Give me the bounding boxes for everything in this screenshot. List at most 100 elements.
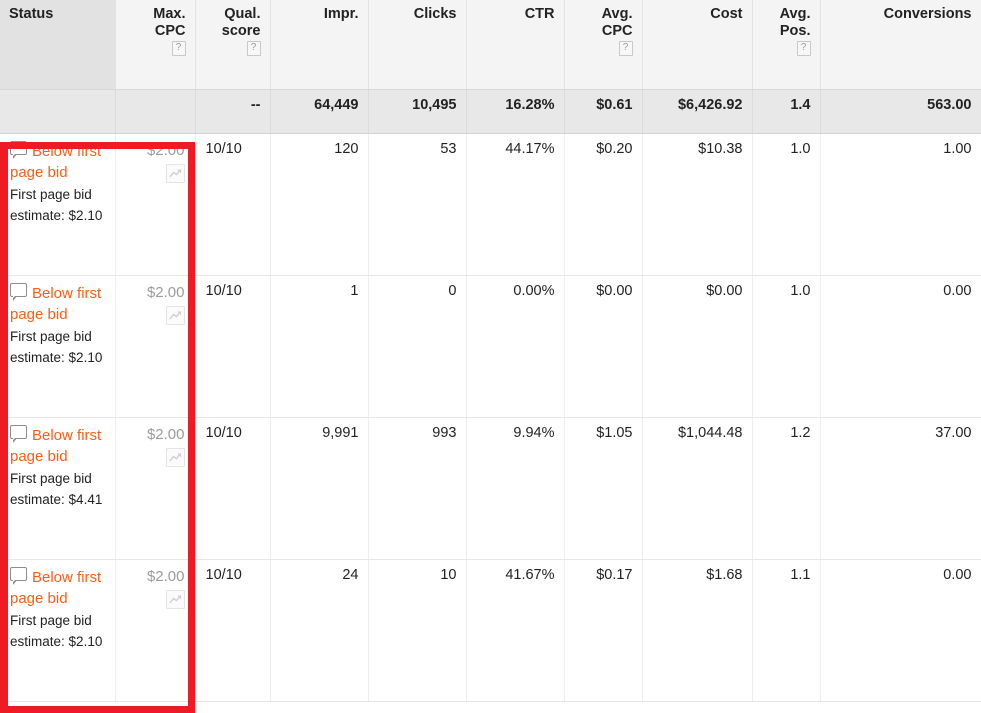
cell-qual_score: 10/10 <box>195 559 271 702</box>
column-header-label-ctr: CTR <box>476 6 555 23</box>
speech-bubble-icon <box>10 140 27 159</box>
cell-cost: $1.68 <box>642 559 753 702</box>
header-help-line: ? <box>125 40 186 57</box>
table-row[interactable]: Below first page bid First page bid estim… <box>0 417 981 560</box>
help-icon-avg_pos[interactable]: ? <box>796 41 811 56</box>
cell-impr: 120 <box>270 133 369 276</box>
table-body: Below first page bid First page bid estim… <box>0 133 981 702</box>
column-header-avg_cpc[interactable]: Avg. CPC? <box>564 0 643 90</box>
column-header-label-avg_cpc: Avg. CPC? <box>574 6 633 57</box>
cell-ctr: 9.94% <box>466 417 565 560</box>
totals-cell-ctr: 16.28% <box>466 89 565 134</box>
first-page-bid-estimate-value: $2.10 <box>68 633 103 649</box>
header-text-line: CPC <box>601 23 633 39</box>
max-cpc-value[interactable]: $2.00 <box>125 567 185 587</box>
header-help-line: ? <box>762 40 811 57</box>
column-header-avg_pos[interactable]: Avg. Pos.? <box>752 0 821 90</box>
cell-max-cpc[interactable]: $2.00 <box>115 559 196 702</box>
cell-status[interactable]: Below first page bid First page bid estim… <box>0 133 116 276</box>
cell-conversions: 1.00 <box>820 133 981 276</box>
cell-max-cpc[interactable]: $2.00 <box>115 417 196 560</box>
cell-status[interactable]: Below first page bid First page bid estim… <box>0 559 116 702</box>
column-header-conversions[interactable]: Conversions <box>820 0 981 90</box>
first-page-bid-estimate-value: $2.10 <box>68 207 103 223</box>
totals-cell-max_cpc <box>115 89 196 134</box>
line-chart-icon[interactable] <box>165 447 185 467</box>
cell-avg_pos: 1.2 <box>752 417 821 560</box>
totals-cell-status <box>0 89 116 134</box>
line-chart-icon[interactable] <box>165 163 185 183</box>
cell-avg_cpc: $1.05 <box>564 417 643 560</box>
header-row: Status Max. CPC? Qual. score? Impr. Clicks CTR A… <box>0 0 981 90</box>
header-text-line: Status <box>9 6 54 22</box>
cell-ctr: 44.17% <box>466 133 565 276</box>
cell-ctr: 0.00% <box>466 275 565 418</box>
help-icon-qual_score[interactable]: ? <box>246 41 261 56</box>
column-header-label-qual_score: Qual. score? <box>205 6 261 57</box>
totals-row: -- 64,449 10,495 16.28% $0.61 $6,426.92 1.4 563… <box>0 89 981 134</box>
column-header-impr[interactable]: Impr. <box>270 0 369 90</box>
adwords-keywords-table-screen: Status Max. CPC? Qual. score? Impr. Clicks CTR A… <box>0 0 981 713</box>
column-header-label-max_cpc: Max. CPC? <box>125 6 186 57</box>
header-text-line: Pos. <box>779 23 811 39</box>
help-icon-avg_cpc[interactable]: ? <box>618 41 633 56</box>
table-row[interactable]: Below first page bid First page bid estim… <box>0 559 981 702</box>
status-below-first-page-bid-link[interactable]: Below first page bid <box>10 282 111 325</box>
header-text-line: CPC <box>154 23 186 39</box>
cell-status[interactable]: Below first page bid First page bid estim… <box>0 417 116 560</box>
cell-conversions: 37.00 <box>820 417 981 560</box>
column-header-label-impr: Impr. <box>280 6 359 23</box>
cell-impr: 1 <box>270 275 369 418</box>
header-text-line: Clicks <box>413 6 457 22</box>
cell-clicks: 10 <box>368 559 467 702</box>
max-cpc-value[interactable]: $2.00 <box>125 141 185 161</box>
header-text-line: Max. <box>153 6 186 22</box>
header-text-line: score <box>221 23 261 39</box>
cell-avg_pos: 1.0 <box>752 133 821 276</box>
column-header-ctr[interactable]: CTR <box>466 0 565 90</box>
column-header-status[interactable]: Status <box>0 0 116 90</box>
table-row[interactable]: Below first page bid First page bid estim… <box>0 275 981 418</box>
status-below-first-page-bid-link[interactable]: Below first page bid <box>10 566 111 609</box>
totals-cell-qual_score: -- <box>195 89 271 134</box>
cell-clicks: 53 <box>368 133 467 276</box>
column-header-cost[interactable]: Cost <box>642 0 753 90</box>
help-icon-max_cpc[interactable]: ? <box>171 41 186 56</box>
totals-cell-impr: 64,449 <box>270 89 369 134</box>
table-row[interactable]: Below first page bid First page bid estim… <box>0 133 981 276</box>
speech-bubble-icon <box>10 566 27 585</box>
max-cpc-value[interactable]: $2.00 <box>125 283 185 303</box>
max-cpc-value[interactable]: $2.00 <box>125 425 185 445</box>
column-header-clicks[interactable]: Clicks <box>368 0 467 90</box>
line-chart-icon[interactable] <box>165 305 185 325</box>
cell-avg_pos: 1.1 <box>752 559 821 702</box>
header-text-line: CTR <box>524 6 555 22</box>
speech-bubble-icon <box>10 282 27 301</box>
cell-clicks: 0 <box>368 275 467 418</box>
totals-body: -- 64,449 10,495 16.28% $0.61 $6,426.92 1.4 563… <box>0 89 981 134</box>
cell-max-cpc[interactable]: $2.00 <box>115 275 196 418</box>
totals-cell-clicks: 10,495 <box>368 89 467 134</box>
cell-status[interactable]: Below first page bid First page bid estim… <box>0 275 116 418</box>
column-header-qual_score[interactable]: Qual. score? <box>195 0 271 90</box>
column-header-label-clicks: Clicks <box>378 6 457 23</box>
first-page-bid-estimate: First page bid estimate: $4.41 <box>10 468 111 510</box>
totals-cell-avg_pos: 1.4 <box>752 89 821 134</box>
column-header-max_cpc[interactable]: Max. CPC? <box>115 0 196 90</box>
column-header-label-conversions: Conversions <box>830 6 972 23</box>
first-page-bid-estimate-value: $2.10 <box>68 349 103 365</box>
cell-qual_score: 10/10 <box>195 133 271 276</box>
cell-avg_cpc: $0.17 <box>564 559 643 702</box>
cell-max-cpc[interactable]: $2.00 <box>115 133 196 276</box>
cell-conversions: 0.00 <box>820 559 981 702</box>
status-below-first-page-bid-link[interactable]: Below first page bid <box>10 424 111 467</box>
header-text-line: Avg. <box>779 6 811 22</box>
header-help-line: ? <box>205 40 261 57</box>
header-text-line: Avg. <box>601 6 633 22</box>
cell-cost: $10.38 <box>642 133 753 276</box>
column-header-label-cost: Cost <box>652 6 742 23</box>
first-page-bid-estimate: First page bid estimate: $2.10 <box>10 326 111 368</box>
header-text-line: Conversions <box>883 6 972 22</box>
line-chart-icon[interactable] <box>165 589 185 609</box>
status-below-first-page-bid-link[interactable]: Below first page bid <box>10 140 111 183</box>
